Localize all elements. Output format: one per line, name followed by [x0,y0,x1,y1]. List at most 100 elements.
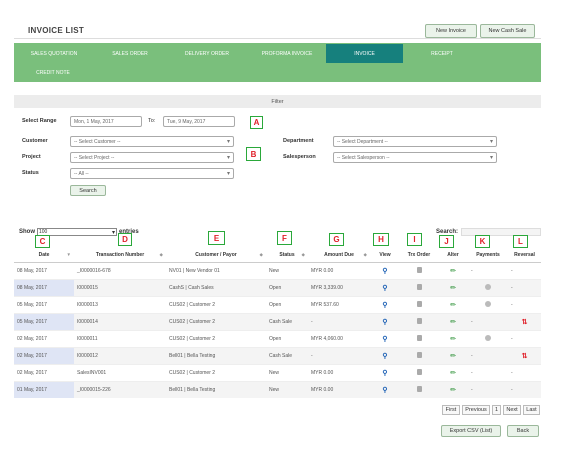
date-to-input[interactable]: Tue, 9 May, 2017 [163,116,235,127]
alter-cell: ✏ [438,363,468,381]
pencil-icon[interactable]: ✏ [450,369,456,377]
table-row: 05 May, 2017 I0000014 CUS02 | Customer 2 Ca… [14,312,541,330]
document-icon[interactable] [416,283,422,290]
col-date[interactable]: Date ▼ [14,249,74,263]
table-row: 05 May, 2017 I0000013 CUS02 | Customer 2 Op… [14,295,541,313]
magnifier-icon[interactable]: ⚲ [382,267,387,275]
document-icon[interactable] [416,368,422,375]
search-button[interactable]: Search [70,185,106,196]
document-icon[interactable] [416,266,422,273]
to-label: To: [148,118,156,124]
date-cell: 02 May, 2017 [14,346,74,364]
pencil-icon[interactable]: ✏ [450,335,456,343]
marker-b: B [246,147,261,161]
page-title: INVOICE LIST [28,26,85,35]
status-cell: Open [266,329,308,347]
search-input[interactable] [461,228,542,236]
customer-cell: CUS02 | Customer 2 [166,312,266,330]
new-cash-sale-button[interactable]: New Cash Sale [480,24,535,38]
salesperson-select[interactable]: -- Select Salesperson -- [333,152,497,163]
payments-cell: - [468,380,508,398]
view-cell: ⚲ [370,312,400,330]
amount-due-cell: MYR 537.60 [308,295,370,313]
trx-order-cell [400,363,438,381]
customer-cell: CashS | Cash Sales [166,278,266,296]
magnifier-icon[interactable]: ⚲ [382,335,387,343]
status-select[interactable]: -- All -- [70,168,234,179]
previous-page-button[interactable]: Previous [462,405,490,415]
project-label: Project [22,154,41,160]
tab-invoice[interactable]: INVOICE [326,44,403,63]
magnifier-icon[interactable]: ⚲ [382,318,387,326]
pencil-icon[interactable]: ✏ [450,352,456,360]
pencil-icon[interactable]: ✏ [450,386,456,394]
pencil-icon[interactable]: ✏ [450,301,456,309]
tab-receipt[interactable]: RECEIPT [403,44,481,63]
transaction-number-cell: I0000012 [74,346,166,364]
pencil-icon[interactable]: ✏ [450,318,456,326]
document-icon[interactable] [416,351,422,358]
new-invoice-button[interactable]: New Invoice [425,24,477,38]
payment-icon[interactable] [485,334,491,341]
reversal-cell: - [508,329,541,347]
tab-sales-quotation[interactable]: SALES QUOTATION [14,44,94,63]
reversal-cell: - [508,380,541,398]
page-1-button[interactable]: 1 [492,405,501,415]
magnifier-icon[interactable]: ⚲ [382,369,387,377]
pencil-icon[interactable]: ✏ [450,267,456,275]
col-view: View [370,249,400,263]
amount-due-cell: MYR 0.00 [308,380,370,398]
view-cell: ⚲ [370,261,400,279]
magnifier-icon[interactable]: ⚲ [382,301,387,309]
department-select[interactable]: -- Select Department -- [333,136,497,147]
tab-delivery-order[interactable]: DELIVERY ORDER [166,44,248,63]
export-csv-button[interactable]: Export CSV (List) [441,425,501,437]
col-transaction-number[interactable]: Transaction Number ◆ [74,249,166,263]
alter-cell: ✏ [438,346,468,364]
document-icon[interactable] [416,334,422,341]
amount-due-cell: MYR 0.00 [308,363,370,381]
col-status[interactable]: Status ◆ [266,249,308,263]
view-cell: ⚲ [370,278,400,296]
module-nav: SALES QUOTATION SALES ORDER DELIVERY ORD… [14,43,541,82]
trx-order-cell [400,312,438,330]
back-button[interactable]: Back [507,425,539,437]
document-icon[interactable] [416,385,422,392]
tab-proforma-invoice[interactable]: PROFORMA INVOICE [248,44,326,63]
tab-sales-order[interactable]: SALES ORDER [94,44,166,63]
transaction-number-cell: I0000014 [74,312,166,330]
pencil-icon[interactable]: ✏ [450,284,456,292]
last-page-button[interactable]: Last [523,405,540,415]
magnifier-icon[interactable]: ⚲ [382,284,387,292]
marker-f: F [277,231,292,245]
status-cell: Cash Sale [266,346,308,364]
tab-credit-note[interactable]: CREDIT NOTE [24,63,82,82]
col-amount-due[interactable]: Amount Due ◆ [308,249,370,263]
transaction-number-cell: I0000011 [74,329,166,347]
payment-icon[interactable] [485,283,491,290]
document-icon[interactable] [416,300,422,307]
next-page-button[interactable]: Next [503,405,521,415]
customer-cell: CUS02 | Customer 2 [166,363,266,381]
date-from-input[interactable]: Mon, 1 May, 2017 [70,116,142,127]
col-customer-payor[interactable]: Customer / Payor ◆ [166,249,266,263]
magnifier-icon[interactable]: ⚲ [382,386,387,394]
marker-g: G [329,233,344,246]
marker-l: L [513,235,528,248]
table-row: 02 May, 2017 I0000012 Bell01 | Bella Testi… [14,346,541,364]
magnifier-icon[interactable]: ⚲ [382,352,387,360]
customer-select[interactable]: -- Select Customer -- [70,136,234,147]
first-page-button[interactable]: First [442,405,460,415]
document-icon[interactable] [416,317,422,324]
transaction-number-cell: _I0000015-226 [74,380,166,398]
reversal-icon[interactable]: ⇅ [522,318,528,326]
customer-cell: CUS02 | Customer 2 [166,329,266,347]
customer-cell: CUS02 | Customer 2 [166,295,266,313]
payments-cell: - [468,261,508,279]
project-select[interactable]: -- Select Project -- [70,152,234,163]
payment-icon[interactable] [485,300,491,307]
amount-due-cell: - [308,346,370,364]
reversal-icon[interactable]: ⇅ [522,352,528,360]
date-cell: 01 May, 2017 [14,380,74,398]
trx-order-cell [400,346,438,364]
